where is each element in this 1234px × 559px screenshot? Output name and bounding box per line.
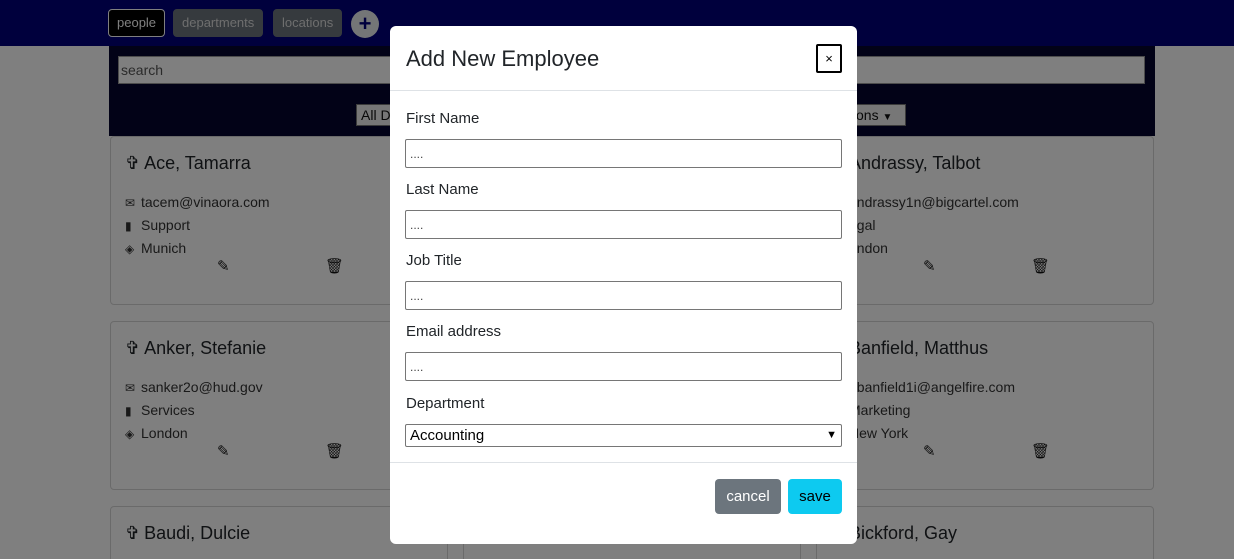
department-select-value: Accounting [410, 427, 485, 444]
save-button[interactable]: save [788, 479, 842, 514]
email-field[interactable] [405, 352, 842, 381]
modal-header: Add New Employee × [390, 26, 857, 91]
chevron-down-icon: ▼ [826, 429, 837, 441]
job-title-label: Job Title [406, 252, 462, 269]
close-icon: × [825, 51, 833, 66]
first-name-label: First Name [406, 110, 480, 127]
add-employee-modal: Add New Employee × First Name Last Name … [390, 26, 857, 544]
last-name-label: Last Name [406, 181, 479, 198]
job-title-field[interactable] [405, 281, 842, 310]
department-select[interactable]: Accounting ▼ [405, 424, 842, 447]
last-name-field[interactable] [405, 210, 842, 239]
close-button[interactable]: × [816, 44, 842, 73]
modal-title: Add New Employee [406, 46, 600, 71]
modal-footer: cancel save [390, 462, 857, 544]
cancel-button[interactable]: cancel [715, 479, 781, 514]
department-label: Department [406, 395, 485, 412]
first-name-field[interactable] [405, 139, 842, 168]
email-label: Email address [406, 323, 502, 340]
